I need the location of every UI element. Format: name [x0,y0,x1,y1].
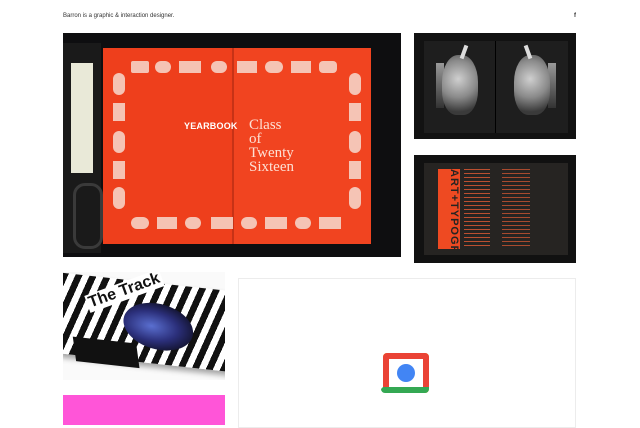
art-vertical-title: ART+TYPOGRAPHY [438,169,460,249]
unicorn-spine [495,41,496,133]
art-text-columns-right [502,169,530,249]
title-line: of [249,131,262,147]
unicorn-head-right [514,55,550,115]
slides-icon [381,353,429,393]
art-text-columns-left [464,169,490,249]
unicorn-head-left [442,55,478,115]
project-tile-the-track[interactable]: The Track [63,272,225,380]
site-tagline: Barron is a graphic & interaction design… [63,13,175,19]
yearbook-title: Class of Twenty Sixteen [249,117,294,175]
title-line: Class [249,117,282,133]
project-tile-art-typography[interactable]: ART+TYPOGRAPHY [414,155,576,263]
site-header: Barron is a graphic & interaction design… [63,11,576,23]
yearbook-shape-border [113,61,361,229]
social-link[interactable]: f [574,11,576,21]
project-tile-placeholder[interactable] [238,278,576,428]
project-tile-unicorn[interactable] [414,33,576,139]
title-line: Sixteen [249,159,294,175]
unicorn-vertical-text-right [482,93,490,129]
title-line: Twenty [249,145,294,161]
binder-stripe [71,63,93,173]
binder-object [63,43,103,253]
yearbook-cover-label: YEARBOOK [184,121,238,131]
unicorn-vertical-text-left [426,93,434,129]
project-tile-pink[interactable] [63,395,225,425]
project-tile-yearbook[interactable]: YEARBOOK Class of Twenty Sixteen [63,33,401,257]
binder-ring [73,183,103,249]
